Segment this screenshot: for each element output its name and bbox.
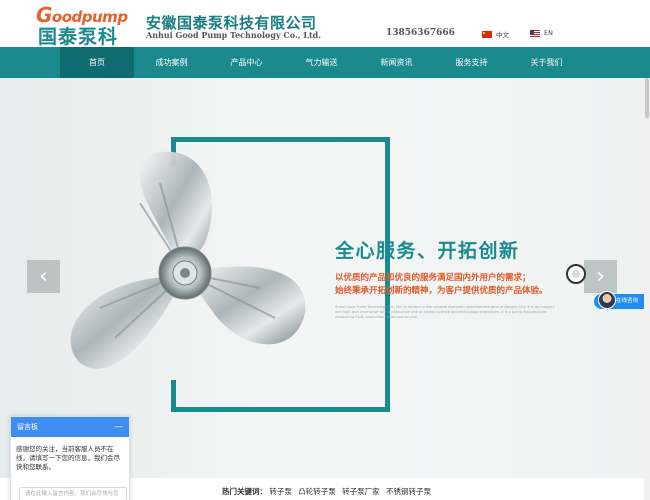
nav-item-home[interactable]: 首页 — [60, 47, 134, 78]
message-board-header[interactable]: 留言板 — — [11, 417, 129, 437]
language-en-label: EN — [544, 29, 553, 37]
homepage: Goodpump 国泰泵科 安徽国泰泵科技有限公司 Anhui Good Pum… — [0, 0, 650, 500]
pump-parts-image — [70, 151, 306, 369]
page-scrollbar[interactable] — [644, 78, 650, 500]
banner-subtitle-2: 始终秉承开拓创新的精神，为客户提供优质的产品体验。 — [335, 286, 548, 296]
nav-item-about[interactable]: 关于我们 — [509, 47, 584, 78]
scrollbar-thumb[interactable] — [645, 78, 649, 118]
banner-prev-button[interactable]: ‹ — [27, 260, 60, 293]
chevron-left-icon: ‹ — [39, 264, 48, 289]
banner-fine-print: Anhui Good Pump Technology Co., Ltd. is … — [335, 305, 555, 319]
nav-item-products[interactable]: 产品中心 — [209, 47, 284, 78]
online-consult-label: 在线咨询 — [616, 298, 639, 304]
agent-avatar-icon[interactable] — [598, 291, 616, 309]
banner-slogan: 全心服务、开拓创新 — [335, 240, 520, 262]
keyword-link[interactable]: 转子泵 — [269, 487, 292, 496]
loading-bubble-icon — [566, 264, 586, 284]
hotline-number: 13856367666 — [386, 28, 455, 38]
site-header: Goodpump 国泰泵科 安徽国泰泵科技有限公司 Anhui Good Pum… — [0, 0, 650, 48]
message-input[interactable]: 请在此输入留言内容，我们会尽快与您 — [19, 487, 127, 500]
company-logo[interactable]: Goodpump 国泰泵科 — [36, 3, 128, 48]
us-flag-icon — [530, 29, 540, 37]
nav-item-news[interactable]: 新闻资讯 — [359, 47, 434, 78]
banner-next-button[interactable]: › — [584, 260, 617, 293]
main-nav: 首页 成功案例 产品中心 气力输送 新闻资讯 服务支持 关于我们 — [0, 47, 650, 78]
keyword-link[interactable]: 不锈钢转子泵 — [386, 487, 431, 496]
language-en-link[interactable]: EN — [530, 29, 553, 37]
message-board-widget: 留言板 — 感谢您的关注，当前客服人员不在线，请填写一下您的信息，我们会尽快和您… — [10, 416, 130, 500]
language-cn-label: 中文 — [496, 31, 509, 39]
keyword-link[interactable]: 转子泵厂家 — [342, 487, 380, 496]
message-board-title: 留言板 — [17, 423, 38, 431]
company-name-en: Anhui Good Pump Technology Co., Ltd. — [146, 30, 322, 40]
hot-keywords: 热门关键词： 转子泵 凸轮转子泵 转子泵厂家 不锈钢转子泵 — [222, 486, 435, 497]
message-board-text: 感谢您的关注，当前客服人员不在线，请填写一下您的信息，我们会尽快和您联系。 — [16, 445, 120, 471]
hot-keywords-title: 热门关键词： — [222, 487, 267, 496]
chevron-right-icon: › — [596, 264, 605, 289]
language-cn-link[interactable]: 中文 — [482, 29, 509, 39]
nav-item-pneumatic-conveying[interactable]: 气力输送 — [284, 47, 359, 78]
china-flag-icon — [482, 30, 492, 38]
minimize-icon[interactable]: — — [114, 417, 123, 437]
logo-chinese: 国泰泵科 — [38, 26, 119, 48]
keyword-link[interactable]: 凸轮转子泵 — [298, 487, 336, 496]
nav-item-support[interactable]: 服务支持 — [434, 47, 509, 78]
banner-subtitle-1: 以优质的产品和优良的服务满足国内外用户的需求； — [335, 273, 531, 283]
nav-item-cases[interactable]: 成功案例 — [134, 47, 209, 78]
